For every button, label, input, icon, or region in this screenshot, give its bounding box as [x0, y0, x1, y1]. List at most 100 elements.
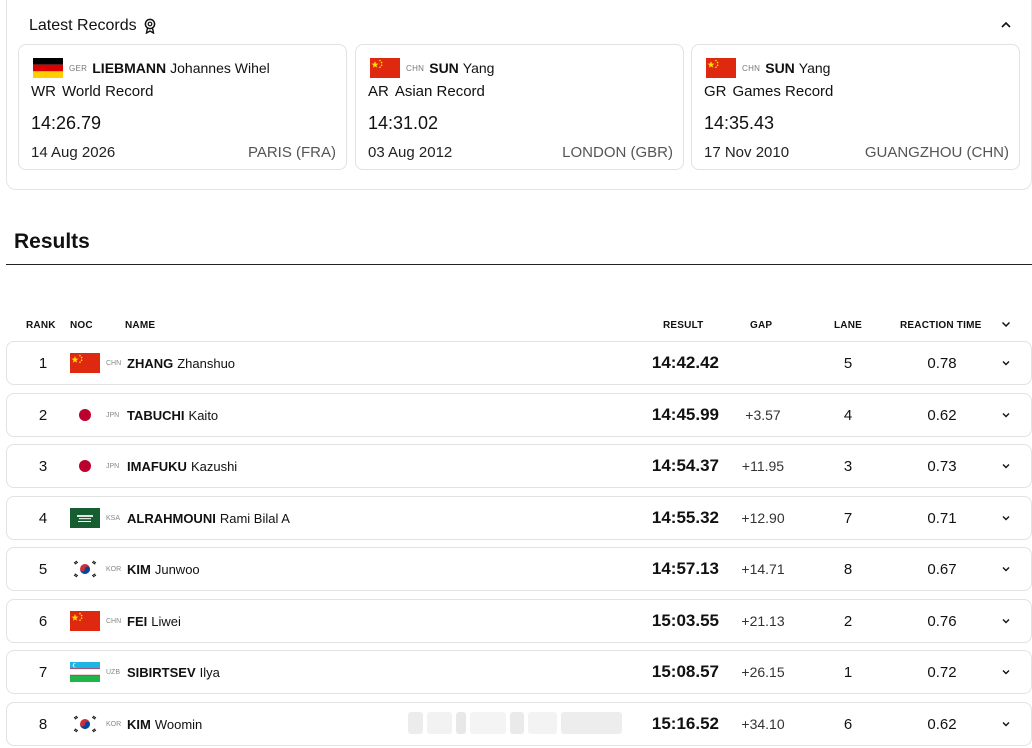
athlete-surname: KIM	[127, 561, 151, 577]
athlete-surname: ALRAHMOUNI	[127, 510, 216, 526]
reaction-time-cell: 0.78	[927, 354, 957, 372]
athlete-surname: SIBIRTSEV	[127, 664, 196, 680]
flag-chn-icon	[370, 58, 400, 78]
athlete-name[interactable]: ALRAHMOUNI Rami Bilal A	[127, 497, 290, 539]
result-cell: 14:45.99	[651, 405, 719, 424]
table-row[interactable]: 7 UZB SIBIRTSEV Ilya 15:08.57 +26.15 1 0.72	[6, 650, 1032, 694]
record-name: Asian Record	[394, 83, 485, 100]
row-expand-button[interactable]	[998, 445, 1014, 487]
record-date: 03 Aug 2012	[368, 144, 453, 161]
table-row[interactable]: 3 JPN IMAFUKU Kazushi 14:54.37 +11.95 3 0.73	[6, 444, 1032, 488]
athlete-given-name: Junwoo	[154, 561, 200, 577]
noc-code: CHN	[106, 359, 122, 367]
rank-cell: 8	[38, 715, 48, 733]
lane-cell: 2	[843, 612, 853, 630]
flag-uzb-icon	[70, 651, 100, 693]
athlete-surname: TABUCHI	[127, 407, 185, 423]
loading-placeholder	[408, 710, 623, 736]
lane-cell: 6	[843, 715, 853, 733]
noc-code: CHN	[106, 617, 122, 625]
column-header-lane[interactable]: LANE	[834, 320, 862, 331]
lane-cell: 8	[843, 560, 853, 578]
athlete-given-name: Kazushi	[190, 458, 238, 474]
reaction-time-cell: 0.76	[927, 612, 957, 630]
row-expand-button[interactable]	[998, 497, 1014, 539]
athlete-surname: IMAFUKU	[127, 458, 187, 474]
athlete-given-name: Liwei	[151, 613, 181, 629]
gap-cell: +21.13	[741, 613, 785, 629]
lane-cell: 1	[843, 663, 853, 681]
chevron-down-icon	[1002, 567, 1010, 572]
rank-cell: 6	[38, 612, 48, 630]
lane-cell: 5	[843, 354, 853, 372]
record-time: 14:31.02	[368, 113, 439, 133]
athlete-name[interactable]: ZHANG Zhanshuo	[127, 342, 235, 384]
athlete-name[interactable]: SIBIRTSEV Ilya	[127, 651, 220, 693]
record-athlete: GER LIEBMANN Johannes Wihel	[33, 58, 270, 78]
row-expand-button[interactable]	[998, 548, 1014, 590]
column-header-result[interactable]: RESULT	[663, 320, 703, 331]
flag-jpn-icon	[70, 394, 100, 436]
chevron-up-icon[interactable]	[999, 18, 1013, 32]
flag-ger-icon	[33, 58, 63, 78]
athlete-given-name: Ilya	[199, 664, 220, 680]
table-row[interactable]: 4 KSA ALRAHMOUNI Rami Bilal A 14:55.32 +12.90…	[6, 496, 1032, 540]
flag-chn-icon	[70, 600, 100, 642]
chevron-down-icon	[1002, 413, 1010, 418]
table-row[interactable]: 5 KOR KIM Junwoo 14:57.13 +14.71 8 0.67	[6, 547, 1032, 591]
noc-code: KOR	[106, 565, 122, 573]
column-header-name[interactable]: NAME	[125, 320, 155, 331]
row-expand-button[interactable]	[998, 342, 1014, 384]
result-cell: 15:03.55	[651, 611, 719, 630]
record-name: World Record	[62, 83, 154, 100]
athlete-name[interactable]: KIM Junwoo	[127, 548, 200, 590]
record-date: 14 Aug 2026	[31, 144, 116, 161]
athlete-given-name: Woomin	[154, 716, 203, 732]
row-expand-button[interactable]	[998, 651, 1014, 693]
record-card-ar[interactable]: CHN SUN Yang AR Asian Record 14:31.02 03 Aug 2…	[355, 44, 684, 170]
column-header-gap[interactable]: GAP	[750, 320, 772, 331]
reaction-time-cell: 0.73	[927, 457, 957, 475]
record-card-gr[interactable]: CHN SUN Yang GR Games Record 14:35.43 17 Nov 2…	[691, 44, 1020, 170]
table-row[interactable]: 1 CHN ZHANG Zhanshuo 14:42.42 5 0.78	[6, 341, 1032, 385]
record-abbr: AR	[368, 83, 389, 100]
reaction-time-cell: 0.62	[927, 406, 957, 424]
row-expand-button[interactable]	[998, 394, 1014, 436]
table-row[interactable]: 2 JPN TABUCHI Kaito 14:45.99 +3.57 4 0.62	[6, 393, 1032, 437]
flag-chn-icon	[706, 58, 736, 78]
athlete-name[interactable]: KIM Woomin	[127, 703, 202, 745]
gap-cell: +11.95	[741, 458, 785, 474]
row-expand-button[interactable]	[998, 600, 1014, 642]
record-abbr: WR	[31, 83, 56, 100]
noc-code: KOR	[106, 720, 122, 728]
column-header-reaction-time[interactable]: REACTION TIME	[900, 320, 982, 331]
column-header-rank[interactable]: RANK	[26, 320, 56, 331]
record-time: 14:35.43	[704, 113, 775, 133]
athlete-name[interactable]: FEI Liwei	[127, 600, 181, 642]
flag-chn-icon	[70, 342, 100, 384]
gap-cell: +12.90	[741, 510, 785, 526]
latest-records-header[interactable]: Latest Records	[29, 17, 157, 35]
record-card-wr[interactable]: GER LIEBMANN Johannes Wihel WR World Record 1…	[18, 44, 347, 170]
row-expand-button[interactable]	[998, 703, 1014, 745]
athlete-name[interactable]: TABUCHI Kaito	[127, 394, 218, 436]
record-name: Games Record	[732, 83, 834, 100]
chevron-down-icon[interactable]	[1000, 318, 1012, 330]
column-header-noc[interactable]: NOC	[70, 320, 93, 331]
gap-cell: +34.10	[741, 716, 785, 732]
result-cell: 15:08.57	[651, 662, 719, 681]
results-divider	[6, 264, 1032, 265]
athlete-given-name: Rami Bilal A	[219, 510, 290, 526]
chevron-down-icon	[1002, 516, 1010, 521]
athlete-surname: SUN	[765, 60, 795, 76]
table-row[interactable]: 6 CHN FEI Liwei 15:03.55 +21.13 2 0.76	[6, 599, 1032, 643]
rank-cell: 4	[38, 509, 48, 527]
athlete-surname: FEI	[127, 613, 148, 629]
record-type: GR Games Record	[704, 83, 833, 100]
chevron-down-icon	[1002, 361, 1010, 366]
rank-cell: 7	[38, 663, 48, 681]
record-date: 17 Nov 2010	[704, 144, 790, 161]
athlete-name[interactable]: IMAFUKU Kazushi	[127, 445, 237, 487]
lane-cell: 4	[843, 406, 853, 424]
athlete-given-name: Kaito	[188, 407, 219, 423]
